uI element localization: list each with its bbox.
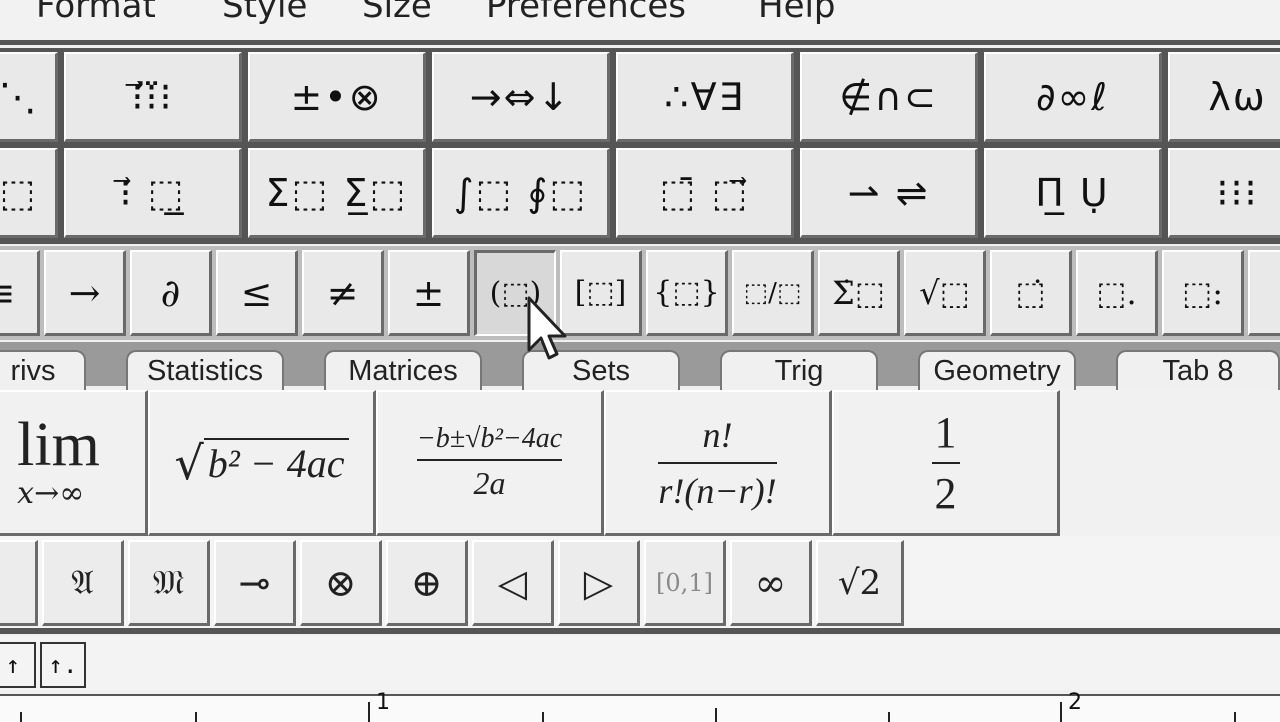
set-theory-palette-button[interactable]: ∉∩⊂ xyxy=(800,52,978,142)
lower-panel xyxy=(0,636,1280,690)
menu-size[interactable]: Size xyxy=(362,0,432,26)
ellipsis-palette-button[interactable]: ⋱ xyxy=(0,52,58,142)
symbol-palette-row-1: ⋱ ⁝⃗⁝⃛⁝ ±•⊗ →⇔↓ ∴∀∃ ∉∩⊂ ∂∞ℓ λω xyxy=(0,48,1280,146)
quadratic-denominator: 2a xyxy=(473,465,506,501)
brackets-template-button[interactable]: [⬚] xyxy=(560,250,642,336)
summation-palette-button[interactable]: Σ⬚ Σ̲⬚ xyxy=(248,148,426,238)
closed-interval-button[interactable]: [0,1] xyxy=(644,540,726,626)
multimap-button[interactable]: ⊸ xyxy=(214,540,296,626)
sum-template-button[interactable]: Σ̇⬚ xyxy=(818,250,900,336)
template-palette-row-2: ⬚ ⁝⃗ ⬚̲ Σ⬚ Σ̲⬚ ∫⬚ ∮⬚ ⬚̄ ⬚⃗ ⇀ ⇌ Π̲ Ụ ⁝⁝⁝ xyxy=(0,146,1280,242)
arrow-palette-button[interactable]: →⇔↓ xyxy=(432,52,610,142)
fraction-bar xyxy=(931,461,960,464)
fraction-template-button[interactable]: ⬚/⬚ xyxy=(732,250,814,336)
plus-minus-button[interactable]: ± xyxy=(388,250,470,336)
fraktur-m-button[interactable]: 𝔐 xyxy=(128,540,210,626)
infinity-button[interactable]: ∞ xyxy=(730,540,812,626)
logic-palette-button[interactable]: ∴∀∃ xyxy=(616,52,794,142)
integral-palette-button[interactable]: ∫⬚ ∮⬚ xyxy=(432,148,610,238)
blank-symbol-button[interactable] xyxy=(0,540,38,626)
matrix-palette-button[interactable]: ⁝⁝⁝ xyxy=(1168,148,1280,238)
ruler: 1 2 xyxy=(0,690,1280,722)
square-root-template-button[interactable]: √⬚ xyxy=(904,250,986,336)
ruler-tick xyxy=(542,712,544,722)
up-arrow-left-button[interactable]: ↑ xyxy=(0,642,36,688)
sub-superscript-template-button[interactable]: ⬚: xyxy=(1162,250,1244,336)
discriminant-expression: b² − 4ac xyxy=(203,438,349,487)
combination-numerator: n! xyxy=(702,414,733,455)
subscript-template-button[interactable]: ⬚. xyxy=(1076,250,1158,336)
tab-trig[interactable]: Trig xyxy=(720,350,878,390)
partial-derivative-button[interactable]: ∂ xyxy=(130,250,212,336)
tab-8[interactable]: Tab 8 xyxy=(1116,350,1280,390)
subscript-palette-button[interactable]: ⁝⃗ ⬚̲ xyxy=(64,148,242,238)
empty-template-slot xyxy=(1060,390,1280,536)
circled-plus-button[interactable]: ⊕ xyxy=(386,540,468,626)
ruler-tick xyxy=(195,712,197,722)
tab-strip: rivs Statistics Matrices Sets Trig Geome… xyxy=(0,342,1280,390)
menu-preferences[interactable]: Preferences xyxy=(486,0,686,26)
menu-bar: Format Style Size Preferences Help xyxy=(0,0,1280,40)
menu-style[interactable]: Style xyxy=(222,0,307,26)
combination-denominator: r!(n−r)! xyxy=(658,470,777,511)
ruler-tick xyxy=(1234,712,1236,722)
panel-divider xyxy=(0,628,1280,634)
tab-matrices[interactable]: Matrices xyxy=(324,350,482,390)
ruler-label-2: 2 xyxy=(1068,690,1082,715)
tab-derivs[interactable]: rivs xyxy=(0,350,86,390)
ruler-tick xyxy=(20,712,22,722)
right-arrow-button[interactable]: → xyxy=(44,250,126,336)
small-symbol-bar: ≡ → ∂ ≤ ≠ ± (⬚) [⬚] {⬚} ⬚/⬚ Σ̇⬚ √⬚ ⬚̇ ⬚.… xyxy=(0,246,1280,340)
half-denominator: 2 xyxy=(934,468,957,518)
limit-label: lim xyxy=(17,411,100,479)
braces-template-button[interactable]: {⬚} xyxy=(646,250,728,336)
menu-divider xyxy=(0,40,1280,45)
superscript-template-button[interactable]: ⬚̇ xyxy=(990,250,1072,336)
overflow-button[interactable] xyxy=(1248,250,1280,336)
sqrt-two-button[interactable]: √2 xyxy=(816,540,904,626)
fraktur-a-button[interactable]: 𝔄 xyxy=(42,540,124,626)
tab-statistics[interactable]: Statistics xyxy=(126,350,284,390)
circled-times-button[interactable]: ⊗ xyxy=(300,540,382,626)
menu-help[interactable]: Help xyxy=(758,0,836,26)
left-triangle-button[interactable]: ◁ xyxy=(472,540,554,626)
limit-subscript: x→∞ xyxy=(17,476,85,511)
not-equal-button[interactable]: ≠ xyxy=(302,250,384,336)
half-template[interactable]: 1 2 xyxy=(832,390,1060,536)
half-numerator: 1 xyxy=(934,407,957,457)
toolbar-divider xyxy=(0,240,1280,244)
ruler-label-1: 1 xyxy=(376,690,390,715)
sqrt-icon: √ xyxy=(174,435,204,490)
ruler-tick xyxy=(368,702,370,722)
operator-palette-button[interactable]: ±•⊗ xyxy=(248,52,426,142)
misc-symbols-palette-button[interactable]: ∂∞ℓ xyxy=(984,52,1162,142)
menu-format[interactable]: Format xyxy=(36,0,156,26)
product-palette-button[interactable]: Π̲ Ụ xyxy=(984,148,1162,238)
combination-template[interactable]: n! r!(n−r)! xyxy=(604,390,832,536)
greek-palette-button[interactable]: λω xyxy=(1168,52,1280,142)
discriminant-template[interactable]: √ b² − 4ac xyxy=(148,390,376,536)
ruler-tick xyxy=(888,712,890,722)
labeled-arrow-palette-button[interactable]: ⇀ ⇌ xyxy=(800,148,978,238)
identical-symbol-button[interactable]: ≡ xyxy=(0,250,40,336)
overbar-palette-button[interactable]: ⬚̄ ⬚⃗ xyxy=(616,148,794,238)
less-equal-button[interactable]: ≤ xyxy=(216,250,298,336)
quadratic-formula-template[interactable]: −b±√b²−4ac 2a xyxy=(376,390,604,536)
box-palette-button[interactable]: ⬚ xyxy=(0,148,58,238)
limit-template[interactable]: lim x→∞ xyxy=(0,390,148,536)
right-triangle-button[interactable]: ▷ xyxy=(558,540,640,626)
embellishment-palette-button[interactable]: ⁝⃗⁝⃛⁝ xyxy=(64,52,242,142)
mouse-pointer-icon xyxy=(527,296,567,360)
up-arrow-right-button[interactable]: ↑. xyxy=(40,642,86,688)
quadratic-numerator: −b±√b²−4ac xyxy=(416,423,563,454)
fraction-bar xyxy=(658,461,777,464)
ruler-tick xyxy=(1060,702,1062,722)
tab-geometry[interactable]: Geometry xyxy=(918,350,1076,390)
fraction-bar xyxy=(416,459,563,461)
